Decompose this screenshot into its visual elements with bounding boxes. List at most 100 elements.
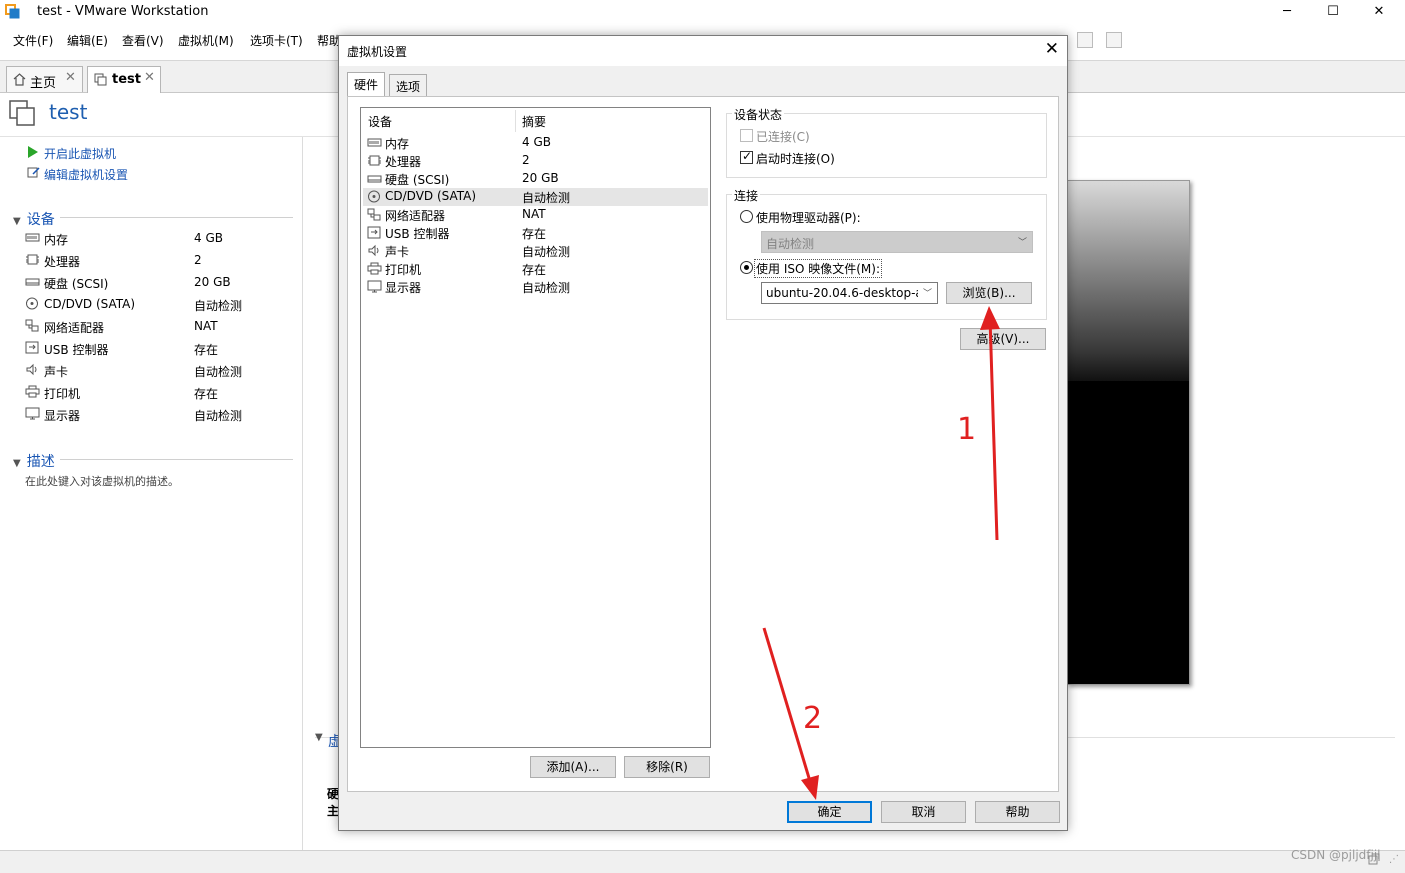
tab-hardware[interactable]: 硬件: [347, 72, 386, 97]
hardware-value: 存在: [522, 227, 547, 241]
device-row[interactable]: 显示器 自动检测: [25, 405, 295, 425]
iso-path-combobox[interactable]: ubuntu-20.04.6-desktop-amd64.iso ﹀: [761, 282, 938, 304]
dialog-close-button[interactable]: ✕: [1045, 39, 1059, 59]
description-section-label: 描述: [26, 454, 55, 470]
device-value: NAT: [194, 319, 218, 333]
hardware-row[interactable]: USB 控制器 存在: [363, 224, 708, 242]
tab-home[interactable]: 主页 ✕: [6, 66, 83, 92]
home-icon: [13, 73, 26, 86]
browse-button[interactable]: 浏览(B)...: [946, 282, 1032, 304]
connect-on-power-on-label[interactable]: 启动时连接(O): [756, 150, 835, 167]
menu-edit[interactable]: 编辑(E): [67, 32, 108, 49]
hardware-list-header-summary[interactable]: 摘要: [522, 113, 546, 130]
cpu-icon: [26, 254, 39, 265]
add-hardware-button[interactable]: 添加(A)...: [530, 756, 616, 778]
connected-label[interactable]: 已连接(C): [756, 128, 810, 145]
hardware-name: 显示器: [385, 281, 422, 295]
maximize-button[interactable]: ☐: [1313, 2, 1353, 22]
device-row[interactable]: 打印机 存在: [25, 383, 295, 403]
tab-test[interactable]: test ✕: [87, 66, 161, 93]
minimize-button[interactable]: ─: [1267, 2, 1307, 22]
menu-tabs[interactable]: 选项卡(T): [250, 32, 303, 49]
connected-checkbox[interactable]: [740, 129, 753, 142]
physical-drive-select[interactable]: 自动检测 ﹀: [761, 231, 1033, 253]
remove-hardware-button[interactable]: 移除(R): [624, 756, 710, 778]
vm-title: test: [49, 100, 88, 124]
hardware-value: 自动检测: [522, 191, 571, 205]
column-separator[interactable]: [515, 110, 516, 132]
help-button[interactable]: 帮助: [975, 801, 1060, 823]
hardware-row[interactable]: 打印机 存在: [363, 260, 708, 278]
divider: [60, 459, 293, 460]
hard-disk-icon: [25, 278, 40, 286]
device-name: 声卡: [44, 365, 69, 379]
printer-icon: [25, 385, 40, 398]
device-name: 处理器: [44, 255, 81, 269]
vm-screen-preview[interactable]: [1067, 180, 1190, 685]
collapse-triangle-icon[interactable]: ▼: [315, 732, 323, 743]
advanced-button[interactable]: 高级(V)...: [960, 328, 1046, 350]
hardware-list[interactable]: 设备 摘要 内存 4 GB 处理器 2 硬盘 (SCSI) 20 GB CD/DVD (SA…: [360, 107, 711, 748]
printer-icon: [367, 262, 382, 275]
tab-options[interactable]: 选项: [389, 74, 428, 96]
hardware-row[interactable]: 显示器 自动检测: [363, 278, 708, 296]
preview-gloss: [1068, 181, 1189, 381]
device-row[interactable]: 网络适配器 NAT: [25, 317, 295, 337]
hardware-row[interactable]: CD/DVD (SATA) 自动检测: [363, 188, 708, 206]
hardware-row[interactable]: 硬盘 (SCSI) 20 GB: [363, 170, 708, 188]
edit-settings-link[interactable]: 编辑虚拟机设置: [44, 166, 128, 183]
device-value: 自动检测: [194, 365, 243, 379]
device-value: 自动检测: [194, 409, 243, 423]
physical-drive-label[interactable]: 使用物理驱动器(P):: [756, 209, 861, 226]
hardware-name: USB 控制器: [385, 227, 450, 241]
device-name: 硬盘 (SCSI): [44, 277, 109, 291]
close-icon[interactable]: ✕: [65, 70, 76, 85]
device-value: 存在: [194, 387, 219, 401]
device-row[interactable]: USB 控制器 存在: [25, 339, 295, 359]
description-section-header[interactable]: ▼ 描述: [13, 451, 55, 471]
hardware-list-header-device[interactable]: 设备: [368, 113, 392, 130]
close-icon[interactable]: ✕: [144, 70, 155, 85]
connect-on-power-on-checkbox[interactable]: ✓: [740, 149, 753, 164]
hard-disk-icon: [367, 175, 382, 183]
description-placeholder[interactable]: 在此处键入对该虚拟机的描述。: [25, 473, 179, 489]
memory-icon: [367, 138, 382, 147]
divider: [60, 217, 293, 218]
connection-title: 连接: [732, 187, 761, 204]
hardware-row[interactable]: 声卡 自动检测: [363, 242, 708, 260]
menu-view[interactable]: 查看(V): [122, 32, 164, 49]
hardware-row[interactable]: 内存 4 GB: [363, 134, 708, 152]
network-adapter-icon: [25, 319, 39, 332]
devices-section-header[interactable]: ▼ 设备: [13, 209, 55, 229]
device-name: 显示器: [44, 409, 81, 423]
hardware-value: 4 GB: [522, 135, 551, 149]
physical-drive-value: 自动检测: [766, 237, 815, 251]
hardware-row[interactable]: 网络适配器 NAT: [363, 206, 708, 224]
message-icon[interactable]: [1367, 852, 1381, 866]
close-window-button[interactable]: ✕: [1359, 2, 1399, 22]
toolbar-button[interactable]: [1106, 32, 1122, 48]
device-row[interactable]: 处理器 2: [25, 251, 295, 271]
resize-grip-icon[interactable]: ⋰: [1389, 854, 1399, 865]
usb-icon: [367, 226, 381, 239]
device-row[interactable]: 硬盘 (SCSI) 20 GB: [25, 273, 295, 293]
toolbar-button[interactable]: [1077, 32, 1093, 48]
device-row[interactable]: CD/DVD (SATA) 自动检测: [25, 295, 295, 315]
iso-image-label[interactable]: 使用 ISO 映像文件(M):: [754, 259, 882, 278]
sound-card-icon: [368, 244, 379, 257]
device-value: 20 GB: [194, 275, 231, 289]
cancel-button[interactable]: 取消: [881, 801, 966, 823]
hardware-row[interactable]: 处理器 2: [363, 152, 708, 170]
dialog-title: 虚拟机设置: [347, 45, 408, 59]
menu-vm[interactable]: 虚拟机(M): [178, 32, 234, 49]
device-row[interactable]: 声卡 自动检测: [25, 361, 295, 381]
iso-image-radio[interactable]: [740, 261, 753, 274]
menu-file[interactable]: 文件(F): [13, 32, 53, 49]
chevron-down-icon: ﹀: [922, 289, 932, 299]
ok-button[interactable]: 确定: [787, 801, 872, 823]
physical-drive-radio[interactable]: [740, 210, 753, 223]
hardware-name: 打印机: [385, 263, 422, 277]
device-status-title: 设备状态: [732, 106, 785, 123]
power-on-link[interactable]: 开启此虚拟机: [44, 145, 116, 162]
device-row[interactable]: 内存 4 GB: [25, 229, 295, 249]
